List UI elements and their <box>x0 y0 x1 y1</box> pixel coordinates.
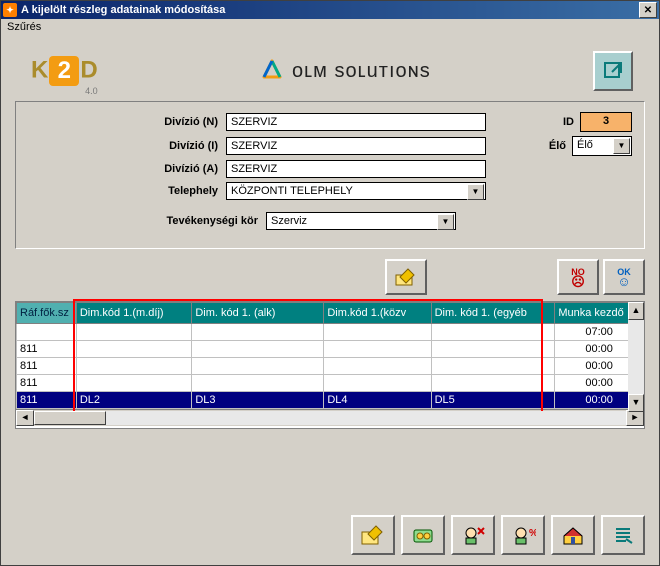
grid-header-row: Ráf.fők.sz Dim.kód 1.(m.díj) Dim. kód 1.… <box>17 303 644 324</box>
vertical-scrollbar[interactable]: ▲ ▼ <box>628 302 644 412</box>
logo-k2d: K2D 4.0 <box>31 56 98 86</box>
horizontal-scrollbar[interactable]: ◄ ► <box>16 409 644 426</box>
table-row[interactable]: 81100:00 <box>17 375 644 392</box>
table-row[interactable]: 07:00 <box>17 324 644 341</box>
close-button[interactable]: ✕ <box>639 2 657 18</box>
col-dimkod-kozv[interactable]: Dim.kód 1.(közv <box>324 303 431 324</box>
col-dimkod-egyeb[interactable]: Dim. kód 1. (egyéb <box>431 303 555 324</box>
svg-text:%: % <box>529 528 536 539</box>
telephely-select[interactable]: KÖZPONTI TELEPHELY <box>226 182 486 200</box>
form-panel: Divízió (N) SZERVIZ ID 3 Divízió (I) SZE… <box>15 101 645 249</box>
telephely-label: Telephely <box>28 185 226 197</box>
table-row[interactable]: 81100:00 <box>17 358 644 375</box>
titlebar: ✦ A kijelölt részleg adatainak módosítás… <box>1 1 659 19</box>
tevekenyseg-label: Tevékenységi kör <box>28 215 266 227</box>
money-button[interactable] <box>401 515 445 555</box>
footer-toolbar: % <box>351 515 645 555</box>
edit-button[interactable] <box>385 259 427 295</box>
ok-button[interactable]: OK☺ <box>603 259 645 295</box>
no-button[interactable]: NO☹ <box>557 259 599 295</box>
divizio-n-field[interactable]: SZERVIZ <box>226 113 486 131</box>
table-row-selected[interactable]: 811DL2DL3DL4DL500:00 <box>17 392 644 409</box>
elo-select[interactable]: Élő <box>572 136 632 156</box>
external-link-button[interactable] <box>593 51 633 91</box>
home-button[interactable] <box>551 515 595 555</box>
scroll-right-icon[interactable]: ► <box>626 410 644 426</box>
scroll-thumb[interactable] <box>34 411 106 425</box>
divizio-i-label: Divízió (I) <box>28 140 226 152</box>
data-grid[interactable]: Ráf.fők.sz Dim.kód 1.(m.díj) Dim. kód 1.… <box>15 301 645 429</box>
table-row[interactable]: 81100:00 <box>17 341 644 358</box>
user-percent-button[interactable]: % <box>501 515 545 555</box>
tevekenyseg-select[interactable]: Szerviz <box>266 212 456 230</box>
elo-label: Élő <box>549 140 566 152</box>
menu-szures[interactable]: Szűrés <box>7 21 41 33</box>
user-delete-button[interactable] <box>451 515 495 555</box>
scroll-left-icon[interactable]: ◄ <box>16 410 34 426</box>
menu-bar: Szűrés <box>1 19 659 41</box>
app-icon: ✦ <box>3 3 17 17</box>
divizio-n-label: Divízió (N) <box>28 116 226 128</box>
col-raf[interactable]: Ráf.fők.sz <box>17 303 77 324</box>
logo-dlm-solutions: oʟᴍ ѕoʟuтıoɴѕ <box>260 59 431 83</box>
divizio-a-field[interactable]: SZERVIZ <box>226 160 486 178</box>
id-value: 3 <box>580 112 632 132</box>
divizio-a-label: Divízió (A) <box>28 163 226 175</box>
id-label: ID <box>563 116 574 128</box>
scroll-down-icon[interactable]: ▼ <box>628 394 644 412</box>
col-dimkod-mdij[interactable]: Dim.kód 1.(m.díj) <box>76 303 192 324</box>
col-dimkod-alk[interactable]: Dim. kód 1. (alk) <box>192 303 324 324</box>
edit-record-button[interactable] <box>351 515 395 555</box>
list-button[interactable] <box>601 515 645 555</box>
scroll-up-icon[interactable]: ▲ <box>628 302 644 320</box>
divizio-i-field[interactable]: SZERVIZ <box>226 137 486 155</box>
window-title: A kijelölt részleg adatainak módosítása <box>21 4 639 16</box>
